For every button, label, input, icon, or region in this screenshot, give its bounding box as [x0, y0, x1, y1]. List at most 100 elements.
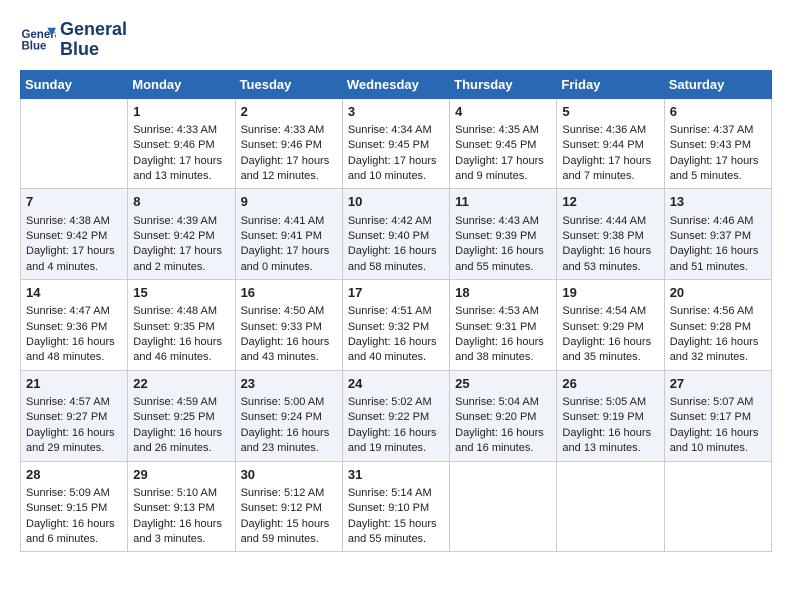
- day-number: 5: [562, 103, 658, 121]
- sunrise-text: Sunrise: 4:36 AM: [562, 123, 658, 138]
- sunrise-text: Sunrise: 4:41 AM: [241, 214, 337, 229]
- day-number: 12: [562, 193, 658, 211]
- day-number: 28: [26, 466, 122, 484]
- day-number: 27: [670, 375, 766, 393]
- sunrise-text: Sunrise: 5:04 AM: [455, 395, 551, 410]
- day-of-week-header: Wednesday: [342, 70, 449, 98]
- sunset-text: Sunset: 9:19 PM: [562, 410, 658, 425]
- daylight-text: Daylight: 15 hours and 55 minutes.: [348, 517, 444, 548]
- sunrise-text: Sunrise: 4:48 AM: [133, 304, 229, 319]
- calendar-header-row: SundayMondayTuesdayWednesdayThursdayFrid…: [21, 70, 772, 98]
- sunrise-text: Sunrise: 4:42 AM: [348, 214, 444, 229]
- daylight-text: Daylight: 17 hours and 10 minutes.: [348, 154, 444, 185]
- sunrise-text: Sunrise: 4:47 AM: [26, 304, 122, 319]
- calendar-week-row: 1Sunrise: 4:33 AMSunset: 9:46 PMDaylight…: [21, 98, 772, 189]
- day-number: 4: [455, 103, 551, 121]
- calendar-cell: [664, 461, 771, 552]
- day-number: 17: [348, 284, 444, 302]
- daylight-text: Daylight: 16 hours and 40 minutes.: [348, 335, 444, 366]
- sunrise-text: Sunrise: 5:14 AM: [348, 486, 444, 501]
- calendar-cell: 7Sunrise: 4:38 AMSunset: 9:42 PMDaylight…: [21, 189, 128, 280]
- day-number: 2: [241, 103, 337, 121]
- daylight-text: Daylight: 16 hours and 16 minutes.: [455, 426, 551, 457]
- sunset-text: Sunset: 9:24 PM: [241, 410, 337, 425]
- daylight-text: Daylight: 17 hours and 12 minutes.: [241, 154, 337, 185]
- sunset-text: Sunset: 9:29 PM: [562, 320, 658, 335]
- calendar-cell: 8Sunrise: 4:39 AMSunset: 9:42 PMDaylight…: [128, 189, 235, 280]
- calendar-cell: 27Sunrise: 5:07 AMSunset: 9:17 PMDayligh…: [664, 370, 771, 461]
- daylight-text: Daylight: 16 hours and 48 minutes.: [26, 335, 122, 366]
- sunset-text: Sunset: 9:13 PM: [133, 501, 229, 516]
- sunset-text: Sunset: 9:25 PM: [133, 410, 229, 425]
- calendar-cell: 5Sunrise: 4:36 AMSunset: 9:44 PMDaylight…: [557, 98, 664, 189]
- sunrise-text: Sunrise: 4:57 AM: [26, 395, 122, 410]
- sunset-text: Sunset: 9:32 PM: [348, 320, 444, 335]
- calendar-cell: 30Sunrise: 5:12 AMSunset: 9:12 PMDayligh…: [235, 461, 342, 552]
- sunset-text: Sunset: 9:45 PM: [455, 138, 551, 153]
- sunrise-text: Sunrise: 4:37 AM: [670, 123, 766, 138]
- sunrise-text: Sunrise: 4:33 AM: [241, 123, 337, 138]
- day-number: 18: [455, 284, 551, 302]
- day-number: 16: [241, 284, 337, 302]
- day-number: 24: [348, 375, 444, 393]
- calendar-week-row: 7Sunrise: 4:38 AMSunset: 9:42 PMDaylight…: [21, 189, 772, 280]
- daylight-text: Daylight: 16 hours and 29 minutes.: [26, 426, 122, 457]
- sunrise-text: Sunrise: 5:09 AM: [26, 486, 122, 501]
- sunset-text: Sunset: 9:44 PM: [562, 138, 658, 153]
- daylight-text: Daylight: 16 hours and 19 minutes.: [348, 426, 444, 457]
- daylight-text: Daylight: 15 hours and 59 minutes.: [241, 517, 337, 548]
- day-of-week-header: Monday: [128, 70, 235, 98]
- sunset-text: Sunset: 9:36 PM: [26, 320, 122, 335]
- day-number: 3: [348, 103, 444, 121]
- page-header: General Blue General Blue: [20, 20, 772, 60]
- sunset-text: Sunset: 9:28 PM: [670, 320, 766, 335]
- day-number: 23: [241, 375, 337, 393]
- sunset-text: Sunset: 9:41 PM: [241, 229, 337, 244]
- daylight-text: Daylight: 17 hours and 4 minutes.: [26, 244, 122, 275]
- sunrise-text: Sunrise: 4:59 AM: [133, 395, 229, 410]
- sunrise-text: Sunrise: 4:35 AM: [455, 123, 551, 138]
- sunset-text: Sunset: 9:42 PM: [26, 229, 122, 244]
- calendar-cell: 26Sunrise: 5:05 AMSunset: 9:19 PMDayligh…: [557, 370, 664, 461]
- day-number: 9: [241, 193, 337, 211]
- calendar-cell: 4Sunrise: 4:35 AMSunset: 9:45 PMDaylight…: [450, 98, 557, 189]
- sunset-text: Sunset: 9:46 PM: [133, 138, 229, 153]
- daylight-text: Daylight: 17 hours and 0 minutes.: [241, 244, 337, 275]
- sunrise-text: Sunrise: 4:33 AM: [133, 123, 229, 138]
- day-of-week-header: Friday: [557, 70, 664, 98]
- daylight-text: Daylight: 17 hours and 2 minutes.: [133, 244, 229, 275]
- sunrise-text: Sunrise: 4:53 AM: [455, 304, 551, 319]
- calendar-cell: 24Sunrise: 5:02 AMSunset: 9:22 PMDayligh…: [342, 370, 449, 461]
- sunset-text: Sunset: 9:33 PM: [241, 320, 337, 335]
- sunrise-text: Sunrise: 5:00 AM: [241, 395, 337, 410]
- calendar-cell: 2Sunrise: 4:33 AMSunset: 9:46 PMDaylight…: [235, 98, 342, 189]
- day-number: 22: [133, 375, 229, 393]
- daylight-text: Daylight: 17 hours and 5 minutes.: [670, 154, 766, 185]
- daylight-text: Daylight: 16 hours and 6 minutes.: [26, 517, 122, 548]
- day-number: 25: [455, 375, 551, 393]
- calendar-cell: 16Sunrise: 4:50 AMSunset: 9:33 PMDayligh…: [235, 280, 342, 371]
- daylight-text: Daylight: 16 hours and 43 minutes.: [241, 335, 337, 366]
- daylight-text: Daylight: 16 hours and 26 minutes.: [133, 426, 229, 457]
- sunset-text: Sunset: 9:10 PM: [348, 501, 444, 516]
- calendar-cell: 23Sunrise: 5:00 AMSunset: 9:24 PMDayligh…: [235, 370, 342, 461]
- day-number: 15: [133, 284, 229, 302]
- daylight-text: Daylight: 16 hours and 58 minutes.: [348, 244, 444, 275]
- calendar-cell: 28Sunrise: 5:09 AMSunset: 9:15 PMDayligh…: [21, 461, 128, 552]
- calendar-cell: 15Sunrise: 4:48 AMSunset: 9:35 PMDayligh…: [128, 280, 235, 371]
- calendar-cell: 22 Sunrise: 4:59 AMSunset: 9:25 PMDayligh…: [128, 370, 235, 461]
- day-number: 29: [133, 466, 229, 484]
- day-number: 1: [133, 103, 229, 121]
- daylight-text: Daylight: 16 hours and 38 minutes.: [455, 335, 551, 366]
- calendar-cell: [21, 98, 128, 189]
- calendar-cell: 9 Sunrise: 4:41 AMSunset: 9:41 PMDaylight…: [235, 189, 342, 280]
- sunrise-text: Sunrise: 4:54 AM: [562, 304, 658, 319]
- calendar-cell: 12Sunrise: 4:44 AMSunset: 9:38 PMDayligh…: [557, 189, 664, 280]
- calendar-cell: 3Sunrise: 4:34 AMSunset: 9:45 PMDaylight…: [342, 98, 449, 189]
- calendar-cell: [557, 461, 664, 552]
- sunset-text: Sunset: 9:39 PM: [455, 229, 551, 244]
- sunrise-text: Sunrise: 5:10 AM: [133, 486, 229, 501]
- sunset-text: Sunset: 9:17 PM: [670, 410, 766, 425]
- sunset-text: Sunset: 9:37 PM: [670, 229, 766, 244]
- day-number: 7: [26, 193, 122, 211]
